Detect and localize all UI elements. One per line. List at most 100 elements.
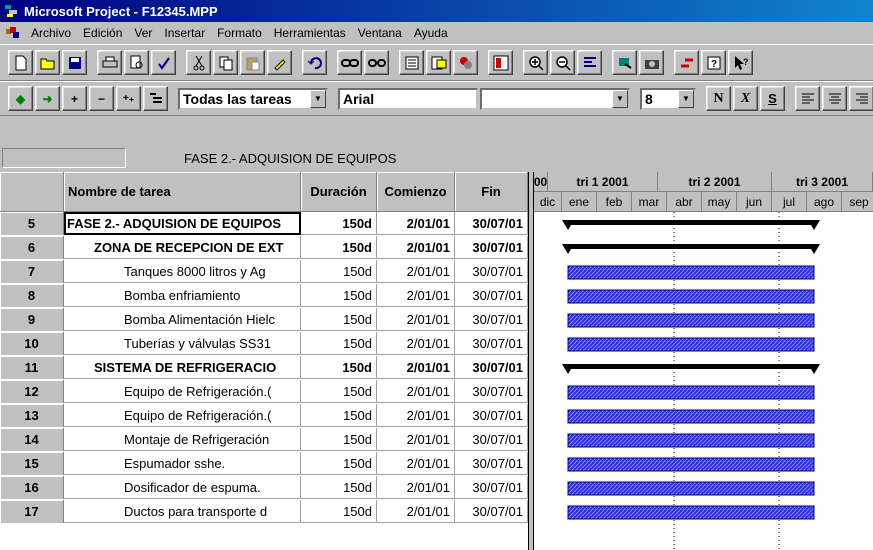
task-name[interactable]: Ductos para transporte d (64, 500, 301, 523)
table-row[interactable]: 7 Tanques 8000 litros y Ag 150d 2/01/01 30/0… (0, 260, 528, 283)
menu-edicion[interactable]: Edición (78, 26, 127, 40)
task-end[interactable]: 30/07/01 (455, 236, 528, 259)
table-row[interactable]: 11 SISTEMA DE REFRIGERACIO 150d 2/01/01 30/0… (0, 356, 528, 379)
task-duration[interactable]: 150d (301, 356, 377, 379)
row-id[interactable]: 6 (0, 236, 64, 259)
table-row[interactable]: 14 Montaje de Refrigeración 150d 2/01/01 30/… (0, 428, 528, 451)
row-id[interactable]: 15 (0, 452, 64, 475)
select-all-header[interactable] (0, 172, 64, 212)
table-row[interactable]: 8 Bomba enfriamiento 150d 2/01/01 30/07/01 (0, 284, 528, 307)
font-size-select[interactable]: 8 ▼ (640, 87, 696, 110)
task-duration[interactable]: 150d (301, 404, 377, 427)
task-name[interactable]: FASE 2.- ADQUISION DE EQUIPOS (64, 212, 301, 235)
task-name[interactable]: Espumador sshe. (64, 452, 301, 475)
task-duration[interactable]: 150d (301, 236, 377, 259)
move-left-button[interactable]: ◆ (8, 86, 33, 111)
task-end[interactable]: 30/07/01 (455, 380, 528, 403)
task-duration[interactable]: 150d (301, 380, 377, 403)
underline-button[interactable]: S (760, 86, 785, 111)
camera-button[interactable] (639, 50, 664, 75)
zoom-in-button[interactable] (523, 50, 548, 75)
office-assistant-button[interactable]: ? (701, 50, 726, 75)
copy-picture-button[interactable] (612, 50, 637, 75)
task-name[interactable]: Tuberías y válvulas SS31 (64, 332, 301, 355)
format-painter-button[interactable] (267, 50, 292, 75)
task-end[interactable]: 30/07/01 (455, 476, 528, 499)
goto-task-button[interactable] (577, 50, 602, 75)
task-end[interactable]: 30/07/01 (455, 260, 528, 283)
header-name[interactable]: Nombre de tarea (64, 172, 301, 212)
task-duration[interactable]: 150d (301, 308, 377, 331)
move-right-button[interactable]: ➜ (35, 86, 60, 111)
notes-button[interactable] (426, 50, 451, 75)
cut-button[interactable] (186, 50, 211, 75)
unlink-tasks-button[interactable] (364, 50, 389, 75)
task-name[interactable]: Bomba enfriamiento (64, 284, 301, 307)
task-start[interactable]: 2/01/01 (377, 452, 455, 475)
link-tasks-button[interactable] (337, 50, 362, 75)
row-id[interactable]: 13 (0, 404, 64, 427)
table-row[interactable]: 15 Espumador sshe. 150d 2/01/01 30/07/01 (0, 452, 528, 475)
table-row[interactable]: 13 Equipo de Refrigeración.(150d 2/01/01 30… (0, 404, 528, 427)
task-name[interactable]: Montaje de Refrigeración (64, 428, 301, 451)
menu-insertar[interactable]: Insertar (159, 26, 210, 40)
table-row[interactable]: 5 FASE 2.- ADQUISION DE EQUIPOS 150d 2/01/0… (0, 212, 528, 235)
chevron-down-icon[interactable]: ▼ (612, 89, 628, 108)
new-file-button[interactable] (8, 50, 33, 75)
task-duration[interactable]: 150d (301, 212, 377, 235)
row-id[interactable]: 5 (0, 212, 64, 235)
task-end[interactable]: 30/07/01 (455, 500, 528, 523)
table-row[interactable]: 16 Dosificador de espuma. 150d 2/01/01 30/07… (0, 476, 528, 499)
task-start[interactable]: 2/01/01 (377, 356, 455, 379)
menu-ventana[interactable]: Ventana (353, 26, 407, 40)
chevron-down-icon[interactable]: ▼ (678, 89, 694, 108)
row-id[interactable]: 8 (0, 284, 64, 307)
row-id[interactable]: 11 (0, 356, 64, 379)
align-left-button[interactable] (795, 86, 820, 111)
menu-ver[interactable]: Ver (129, 26, 157, 40)
task-end[interactable]: 30/07/01 (455, 428, 528, 451)
row-id[interactable]: 16 (0, 476, 64, 499)
table-row[interactable]: 10 Tuberías y válvulas SS31 150d 2/01/01 30/… (0, 332, 528, 355)
hide-subtasks-button[interactable]: − (89, 86, 114, 111)
assign-resources-button[interactable] (453, 50, 478, 75)
row-id[interactable]: 12 (0, 380, 64, 403)
task-start[interactable]: 2/01/01 (377, 260, 455, 283)
row-id[interactable]: 14 (0, 428, 64, 451)
menu-formato[interactable]: Formato (212, 26, 267, 40)
font-select[interactable]: Arial (338, 87, 478, 110)
task-duration[interactable]: 150d (301, 284, 377, 307)
task-name[interactable]: ZONA DE RECEPCION DE EXT (64, 236, 301, 259)
row-id[interactable]: 17 (0, 500, 64, 523)
italic-button[interactable]: X (733, 86, 758, 111)
task-start[interactable]: 2/01/01 (377, 308, 455, 331)
show-all-subtasks-button[interactable]: +₊ (116, 86, 141, 111)
entry-field[interactable]: FASE 2.- ADQUISION DE EQUIPOS (182, 148, 873, 168)
align-right-button[interactable] (849, 86, 873, 111)
task-info-button[interactable] (399, 50, 424, 75)
copy-button[interactable] (213, 50, 238, 75)
header-duration[interactable]: Duración (301, 172, 377, 212)
task-name[interactable]: Equipo de Refrigeración.( (64, 380, 301, 403)
chevron-down-icon[interactable]: ▼ (310, 89, 326, 108)
task-name[interactable]: Bomba Alimentación Hielc (64, 308, 301, 331)
task-name[interactable]: Tanques 8000 litros y Ag (64, 260, 301, 283)
task-name[interactable]: Equipo de Refrigeración.( (64, 404, 301, 427)
task-name[interactable]: SISTEMA DE REFRIGERACIO (64, 356, 301, 379)
task-end[interactable]: 30/07/01 (455, 404, 528, 427)
print-preview-button[interactable] (124, 50, 149, 75)
filter-select[interactable]: Todas las tareas ▼ (178, 87, 328, 110)
task-start[interactable]: 2/01/01 (377, 404, 455, 427)
task-start[interactable]: 2/01/01 (377, 476, 455, 499)
document-icon[interactable] (4, 25, 22, 41)
paste-button[interactable] (240, 50, 265, 75)
undo-button[interactable] (302, 50, 327, 75)
header-end[interactable]: Fin (455, 172, 528, 212)
task-start[interactable]: 2/01/01 (377, 332, 455, 355)
spelling-button[interactable] (151, 50, 176, 75)
table-row[interactable]: 12 Equipo de Refrigeración.(150d 2/01/01 30… (0, 380, 528, 403)
task-start[interactable]: 2/01/01 (377, 500, 455, 523)
help-pointer-button[interactable]: ? (728, 50, 753, 75)
task-end[interactable]: 30/07/01 (455, 284, 528, 307)
table-row[interactable]: 6 ZONA DE RECEPCION DE EXT 150d 2/01/01 30/0… (0, 236, 528, 259)
